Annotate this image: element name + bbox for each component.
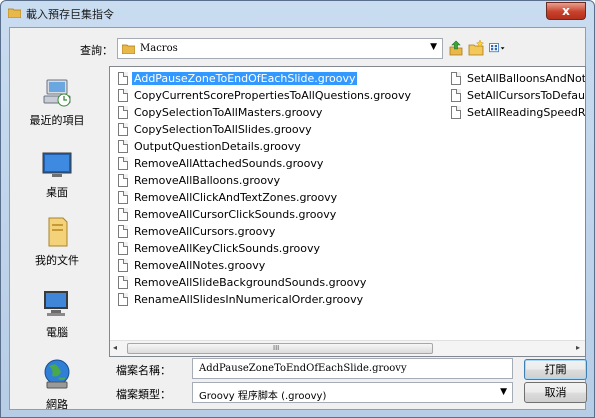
list-item[interactable]: RemoveAllSlideBackgroundSounds.groovy xyxy=(114,274,440,291)
new-folder-icon[interactable] xyxy=(467,39,485,57)
file-list[interactable]: AddPauseZoneToEndOfEachSlide.groovy Copy… xyxy=(109,66,586,357)
file-icon xyxy=(118,89,128,102)
title-bar[interactable]: 載入預存巨集指令 x xyxy=(1,1,594,25)
look-in-value: Macros xyxy=(140,43,178,54)
list-item[interactable]: RemoveAllBalloons.groovy xyxy=(114,172,440,189)
file-icon xyxy=(118,225,128,238)
file-type-value: Groovy 程序脚本 (.groovy) xyxy=(199,391,327,402)
list-item[interactable]: SetAllCursorsToDefaul xyxy=(447,87,585,104)
list-item[interactable]: RemoveAllNotes.groovy xyxy=(114,257,440,274)
file-icon xyxy=(118,191,128,204)
list-item[interactable]: SetAllBalloonsAndNot xyxy=(447,70,585,87)
file-column-1: AddPauseZoneToEndOfEachSlide.groovy Copy… xyxy=(114,70,440,308)
place-label: 我的文件 xyxy=(35,254,79,267)
list-item[interactable]: AddPauseZoneToEndOfEachSlide.groovy xyxy=(114,70,440,87)
window-title: 載入預存巨集指令 xyxy=(26,8,114,21)
scrollbar-thumb[interactable]: III xyxy=(127,343,433,354)
list-item[interactable]: RemoveAllAttachedSounds.groovy xyxy=(114,155,440,172)
list-item[interactable]: RenameAllSlidesInNumericalOrder.groovy xyxy=(114,291,440,308)
file-type-dropdown[interactable]: Groovy 程序脚本 (.groovy) ▼ xyxy=(192,382,513,403)
file-column-2: SetAllBalloonsAndNot SetAllCursorsToDefa… xyxy=(447,70,585,121)
place-label: 最近的項目 xyxy=(29,114,85,127)
file-icon xyxy=(118,259,128,272)
scroll-left-icon[interactable]: ◂ xyxy=(113,343,117,352)
open-macro-dialog: 載入預存巨集指令 x 查詢： Macros ▼ 最近的項目 桌面 我的文件 電腦… xyxy=(0,0,595,418)
file-icon xyxy=(118,72,128,85)
place-recent-items[interactable]: 最近的項目 xyxy=(12,76,102,128)
documents-icon xyxy=(48,217,68,247)
open-button[interactable]: 打開 xyxy=(524,359,587,380)
list-item[interactable]: CopyCurrentScorePropertiesToAllQuestions… xyxy=(114,87,440,104)
list-item[interactable]: OutputQuestionDetails.groovy xyxy=(114,138,440,155)
recent-items-icon xyxy=(43,79,71,107)
list-item[interactable]: RemoveAllCursors.groovy xyxy=(114,223,440,240)
list-item[interactable]: CopySelectionToAllMasters.groovy xyxy=(114,104,440,121)
place-label: 桌面 xyxy=(46,186,68,199)
file-name-input[interactable]: AddPauseZoneToEndOfEachSlide.groovy xyxy=(192,358,513,379)
folder-icon xyxy=(122,44,135,54)
file-icon xyxy=(451,89,461,102)
file-icon xyxy=(118,123,128,136)
computer-icon xyxy=(44,291,68,316)
close-button[interactable]: x xyxy=(546,2,586,20)
cancel-button[interactable]: 取消 xyxy=(524,382,587,403)
list-item[interactable]: RemoveAllClickAndTextZones.groovy xyxy=(114,189,440,206)
place-network[interactable]: 網路 xyxy=(12,358,102,411)
scroll-right-icon[interactable]: ▸ xyxy=(576,343,580,352)
place-label: 網路 xyxy=(46,398,68,411)
file-icon xyxy=(118,140,128,153)
horizontal-scrollbar[interactable]: ◂ III ▸ xyxy=(110,340,585,356)
folder-icon xyxy=(8,8,21,18)
file-icon xyxy=(451,106,461,119)
place-label: 電腦 xyxy=(46,326,68,339)
places-bar: 最近的項目 桌面 我的文件 電腦 網路 xyxy=(12,66,102,411)
chevron-down-icon[interactable]: ▼ xyxy=(500,387,507,397)
file-name-value: AddPauseZoneToEndOfEachSlide.groovy xyxy=(199,363,407,374)
file-icon xyxy=(118,293,128,306)
place-computer[interactable]: 電腦 xyxy=(12,286,102,339)
list-item[interactable]: RemoveAllCursorClickSounds.groovy xyxy=(114,206,440,223)
grip-icon: III xyxy=(273,344,280,352)
list-item[interactable]: RemoveAllKeyClickSounds.groovy xyxy=(114,240,440,257)
file-name-label: 檔案名稱： xyxy=(116,364,171,377)
file-icon xyxy=(118,276,128,289)
file-icon xyxy=(118,106,128,119)
file-icon xyxy=(451,72,461,85)
dialog-client: 查詢： Macros ▼ 最近的項目 桌面 我的文件 電腦 網路 AddPaus… xyxy=(9,27,587,411)
list-item[interactable]: CopySelectionToAllSlides.groovy xyxy=(114,121,440,138)
network-icon xyxy=(44,359,70,389)
place-documents[interactable]: 我的文件 xyxy=(12,214,102,267)
view-menu-icon[interactable] xyxy=(488,39,506,57)
chevron-down-icon[interactable]: ▼ xyxy=(430,42,437,52)
up-folder-icon[interactable] xyxy=(447,39,465,57)
file-icon xyxy=(118,157,128,170)
desktop-icon xyxy=(42,152,72,177)
file-icon xyxy=(118,174,128,187)
look-in-label: 查詢： xyxy=(80,44,113,57)
look-in-dropdown[interactable]: Macros ▼ xyxy=(117,38,443,59)
list-item[interactable]: SetAllReadingSpeedR xyxy=(447,104,585,121)
file-icon xyxy=(118,242,128,255)
place-desktop[interactable]: 桌面 xyxy=(12,148,102,200)
file-type-label: 檔案類型： xyxy=(116,388,171,401)
file-icon xyxy=(118,208,128,221)
